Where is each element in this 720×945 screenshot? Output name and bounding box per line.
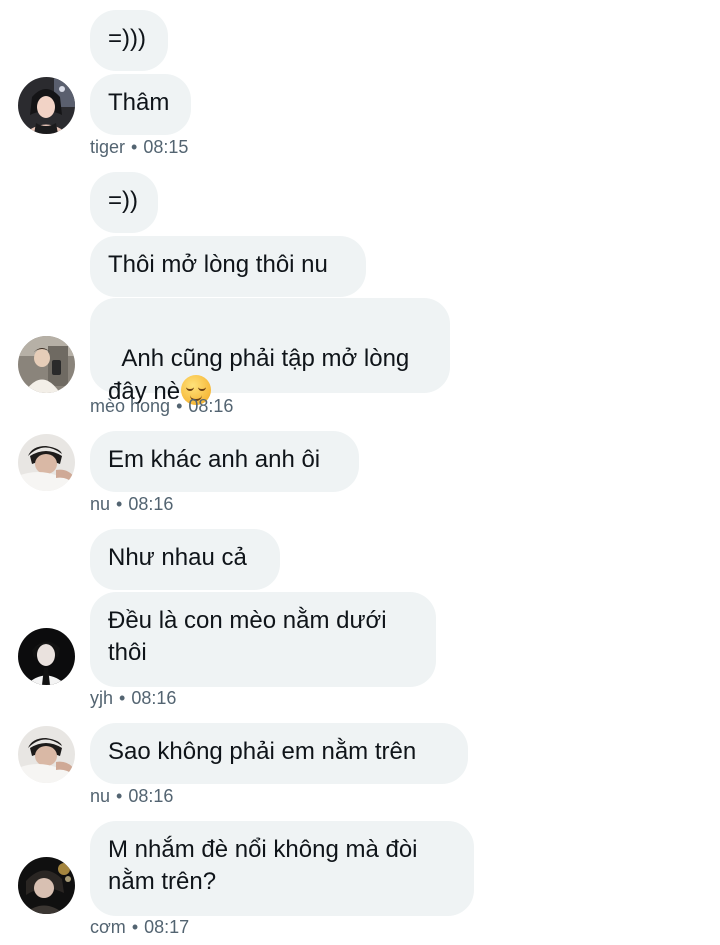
message-bubble[interactable]: =)))	[90, 10, 168, 71]
avatar-image	[18, 628, 75, 685]
separator-dot: •	[131, 137, 138, 157]
avatar-meo-hong[interactable]	[18, 336, 75, 393]
separator-dot: •	[116, 786, 123, 806]
message-meta: nu • 08:16	[90, 494, 173, 514]
message-bubble[interactable]: Sao không phải em nằm trên	[90, 723, 468, 784]
message-bubble[interactable]: Đều là con mèo nằm dưới thôi	[90, 592, 436, 687]
timestamp: 08:16	[188, 396, 234, 416]
avatar-image	[18, 336, 75, 393]
message-bubble[interactable]: Em khác anh anh ôi	[90, 431, 359, 492]
avatar-nu[interactable]	[18, 434, 75, 491]
sender-name[interactable]: yjh	[90, 688, 113, 708]
separator-dot: •	[131, 917, 139, 937]
sender-name[interactable]: cơm	[90, 917, 126, 937]
avatar-image	[18, 726, 75, 783]
message-meta: mèo hong • 08:16	[90, 396, 233, 416]
timestamp: 08:16	[131, 688, 177, 708]
sender-name[interactable]: nu	[90, 494, 110, 514]
message-bubble[interactable]: Như nhau cả	[90, 529, 280, 590]
message-meta: nu • 08:16	[90, 786, 173, 806]
avatar-tiger[interactable]	[18, 77, 75, 134]
message-bubble[interactable]: =))	[90, 172, 158, 233]
avatar-image	[18, 77, 75, 134]
avatar-image	[18, 434, 75, 491]
message-meta: cơm • 08:17	[90, 917, 189, 937]
message-meta: tiger • 08:15	[90, 137, 188, 157]
message-bubble[interactable]: Anh cũng phải tập mở lòng đây nè	[90, 298, 450, 405]
timestamp: 08:16	[128, 786, 174, 806]
timestamp: 08:17	[144, 917, 190, 937]
avatar-image	[18, 857, 75, 914]
avatar-yjh[interactable]	[18, 628, 75, 685]
separator-dot: •	[176, 396, 183, 416]
sender-name[interactable]: mèo hong	[90, 396, 170, 416]
message-meta: yjh • 08:16	[90, 688, 176, 708]
timestamp: 08:16	[128, 494, 174, 514]
separator-dot: •	[119, 688, 126, 708]
avatar-nu[interactable]	[18, 726, 75, 783]
message-bubble[interactable]: Thâm	[90, 74, 191, 135]
avatar-com[interactable]	[18, 857, 75, 914]
separator-dot: •	[116, 494, 123, 514]
message-bubble[interactable]: Thôi mở lòng thôi nu	[90, 236, 366, 297]
sender-name[interactable]: tiger	[90, 137, 125, 157]
sender-name[interactable]: nu	[90, 786, 110, 806]
timestamp: 08:15	[143, 137, 189, 157]
message-bubble[interactable]: M nhắm đè nổi không mà đòi nằm trên?	[90, 821, 474, 916]
